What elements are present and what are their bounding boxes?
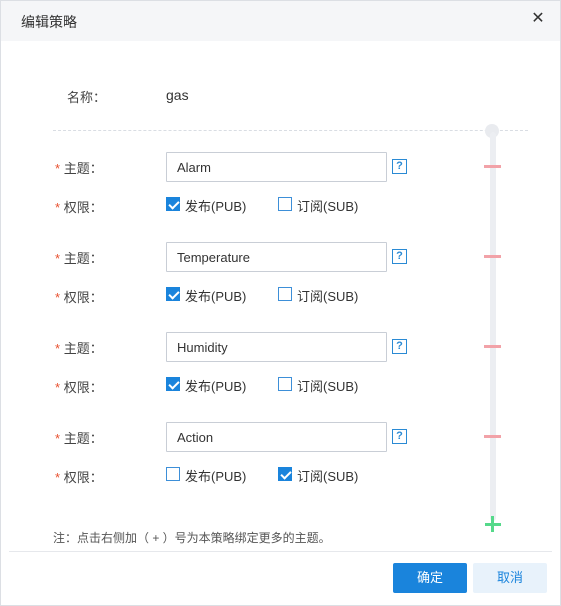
cancel-button[interactable]: 取消 bbox=[473, 563, 547, 593]
name-value: gas bbox=[166, 87, 189, 103]
required-mark: * bbox=[55, 251, 61, 266]
remove-topic-icon[interactable] bbox=[484, 435, 501, 438]
pub-label: 发布(PUB) bbox=[185, 379, 247, 394]
topic-input[interactable] bbox=[166, 242, 387, 272]
help-icon[interactable]: ? bbox=[392, 159, 407, 174]
ok-button[interactable]: 确定 bbox=[393, 563, 467, 593]
dashed-divider bbox=[53, 130, 528, 131]
required-mark: * bbox=[55, 200, 61, 215]
sub-check-box[interactable] bbox=[278, 287, 292, 301]
remove-topic-icon[interactable] bbox=[484, 255, 501, 258]
dialog-header: 编辑策略 ✕ bbox=[1, 1, 560, 41]
topic-row: * 主题： ? bbox=[1, 152, 560, 182]
help-icon[interactable]: ? bbox=[392, 339, 407, 354]
footer-divider bbox=[9, 551, 552, 552]
permission-row: * 权限： 发布(PUB) 订阅(SUB) bbox=[1, 284, 560, 306]
sub-label: 订阅(SUB) bbox=[297, 379, 359, 394]
pub-check-box[interactable] bbox=[166, 467, 180, 481]
close-icon[interactable]: ✕ bbox=[530, 10, 546, 28]
topic-row: * 主题： ? bbox=[1, 332, 560, 362]
pub-label: 发布(PUB) bbox=[185, 289, 247, 304]
pub-check-box[interactable] bbox=[166, 377, 180, 391]
topic-label: * 主题： bbox=[55, 341, 103, 356]
permission-label: * 权限： bbox=[55, 470, 103, 485]
remove-topic-icon[interactable] bbox=[484, 165, 501, 168]
topic-rail bbox=[490, 132, 496, 521]
pub-label: 发布(PUB) bbox=[185, 199, 247, 214]
help-icon[interactable]: ? bbox=[392, 429, 407, 444]
topic-row: * 主题： ? bbox=[1, 242, 560, 272]
required-mark: * bbox=[55, 341, 61, 356]
help-icon[interactable]: ? bbox=[392, 249, 407, 264]
required-mark: * bbox=[55, 161, 61, 176]
topic-label: * 主题： bbox=[55, 431, 103, 446]
sub-check-box[interactable] bbox=[278, 197, 292, 211]
required-mark: * bbox=[55, 290, 61, 305]
topic-input[interactable] bbox=[166, 152, 387, 182]
required-mark: * bbox=[55, 431, 61, 446]
required-mark: * bbox=[55, 380, 61, 395]
topic-label: * 主题： bbox=[55, 251, 103, 266]
topic-input[interactable] bbox=[166, 422, 387, 452]
sub-check-box[interactable] bbox=[278, 377, 292, 391]
hint-note: 注：点击右侧加（ + ）号为本策略绑定更多的主题。 bbox=[53, 531, 331, 545]
permission-row: * 权限： 发布(PUB) 订阅(SUB) bbox=[1, 194, 560, 216]
pub-check-box[interactable] bbox=[166, 197, 180, 211]
pub-check-box[interactable] bbox=[166, 287, 180, 301]
permission-row: * 权限： 发布(PUB) 订阅(SUB) bbox=[1, 374, 560, 396]
permission-label: * 权限： bbox=[55, 380, 103, 395]
topic-input[interactable] bbox=[166, 332, 387, 362]
dialog-title: 编辑策略 bbox=[21, 14, 77, 30]
name-row: 名称： gas bbox=[1, 83, 560, 109]
sub-label: 订阅(SUB) bbox=[297, 289, 359, 304]
name-label: 名称： bbox=[67, 90, 107, 105]
pub-label: 发布(PUB) bbox=[185, 469, 247, 484]
add-topic-icon[interactable] bbox=[485, 516, 501, 532]
sub-label: 订阅(SUB) bbox=[297, 199, 359, 214]
remove-topic-icon[interactable] bbox=[484, 345, 501, 348]
topic-row: * 主题： ? bbox=[1, 422, 560, 452]
sub-label: 订阅(SUB) bbox=[297, 469, 359, 484]
required-mark: * bbox=[55, 470, 61, 485]
topic-label: * 主题： bbox=[55, 161, 103, 176]
edit-policy-dialog: 编辑策略 ✕ 名称： gas * 主题： ? * 权限： 发布(PUB) 订阅(… bbox=[0, 0, 561, 606]
permission-label: * 权限： bbox=[55, 290, 103, 305]
sub-check-box[interactable] bbox=[278, 467, 292, 481]
permission-label: * 权限： bbox=[55, 200, 103, 215]
permission-row: * 权限： 发布(PUB) 订阅(SUB) bbox=[1, 464, 560, 486]
